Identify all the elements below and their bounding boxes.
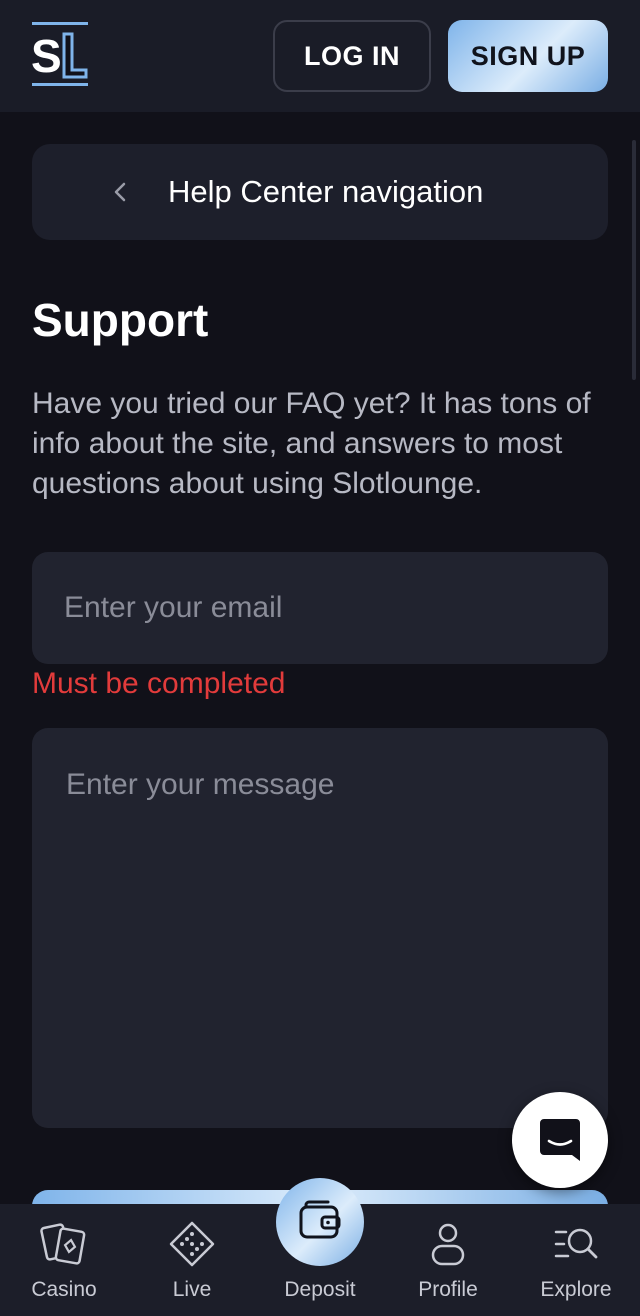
page-scrollbar[interactable] <box>632 140 636 380</box>
cards-icon <box>40 1223 86 1265</box>
deposit-button[interactable] <box>276 1178 364 1266</box>
nav-item-explore[interactable]: Explore <box>512 1204 640 1316</box>
user-icon <box>431 1223 465 1266</box>
nav-label-profile: Profile <box>418 1278 478 1301</box>
login-button[interactable]: LOG IN <box>273 20 431 92</box>
email-field[interactable] <box>32 552 608 664</box>
top-header: S LOG IN SIGN UP <box>0 0 640 112</box>
chat-icon <box>540 1119 580 1161</box>
page-title: Support <box>32 294 209 346</box>
email-error-message: Must be completed <box>32 667 286 700</box>
wallet-icon <box>299 1200 341 1239</box>
dice-icon <box>169 1221 215 1267</box>
nav-label-live: Live <box>172 1278 212 1301</box>
help-center-navigation-label: Help Center navigation <box>168 174 484 209</box>
svg-text:S: S <box>32 30 62 82</box>
chevron-left-icon <box>114 182 126 202</box>
chat-widget-button[interactable] <box>512 1092 608 1188</box>
nav-item-profile[interactable]: Profile <box>384 1204 512 1316</box>
nav-label-explore: Explore <box>540 1278 612 1301</box>
nav-item-live[interactable]: Live <box>128 1204 256 1316</box>
message-field[interactable] <box>32 728 608 1128</box>
page: S LOG IN SIGN UP Help Center navigation … <box>0 0 640 1316</box>
signup-button[interactable]: SIGN UP <box>448 20 608 92</box>
nav-item-casino[interactable]: Casino <box>0 1204 128 1316</box>
slotlounge-logo[interactable]: S <box>32 22 88 86</box>
nav-label-casino: Casino <box>31 1278 97 1301</box>
help-center-navigation[interactable]: Help Center navigation <box>32 144 608 240</box>
search-list-icon <box>554 1228 598 1259</box>
nav-label-deposit: Deposit <box>284 1278 356 1301</box>
support-intro-text: Have you tried our FAQ yet? It has tons … <box>32 387 591 500</box>
